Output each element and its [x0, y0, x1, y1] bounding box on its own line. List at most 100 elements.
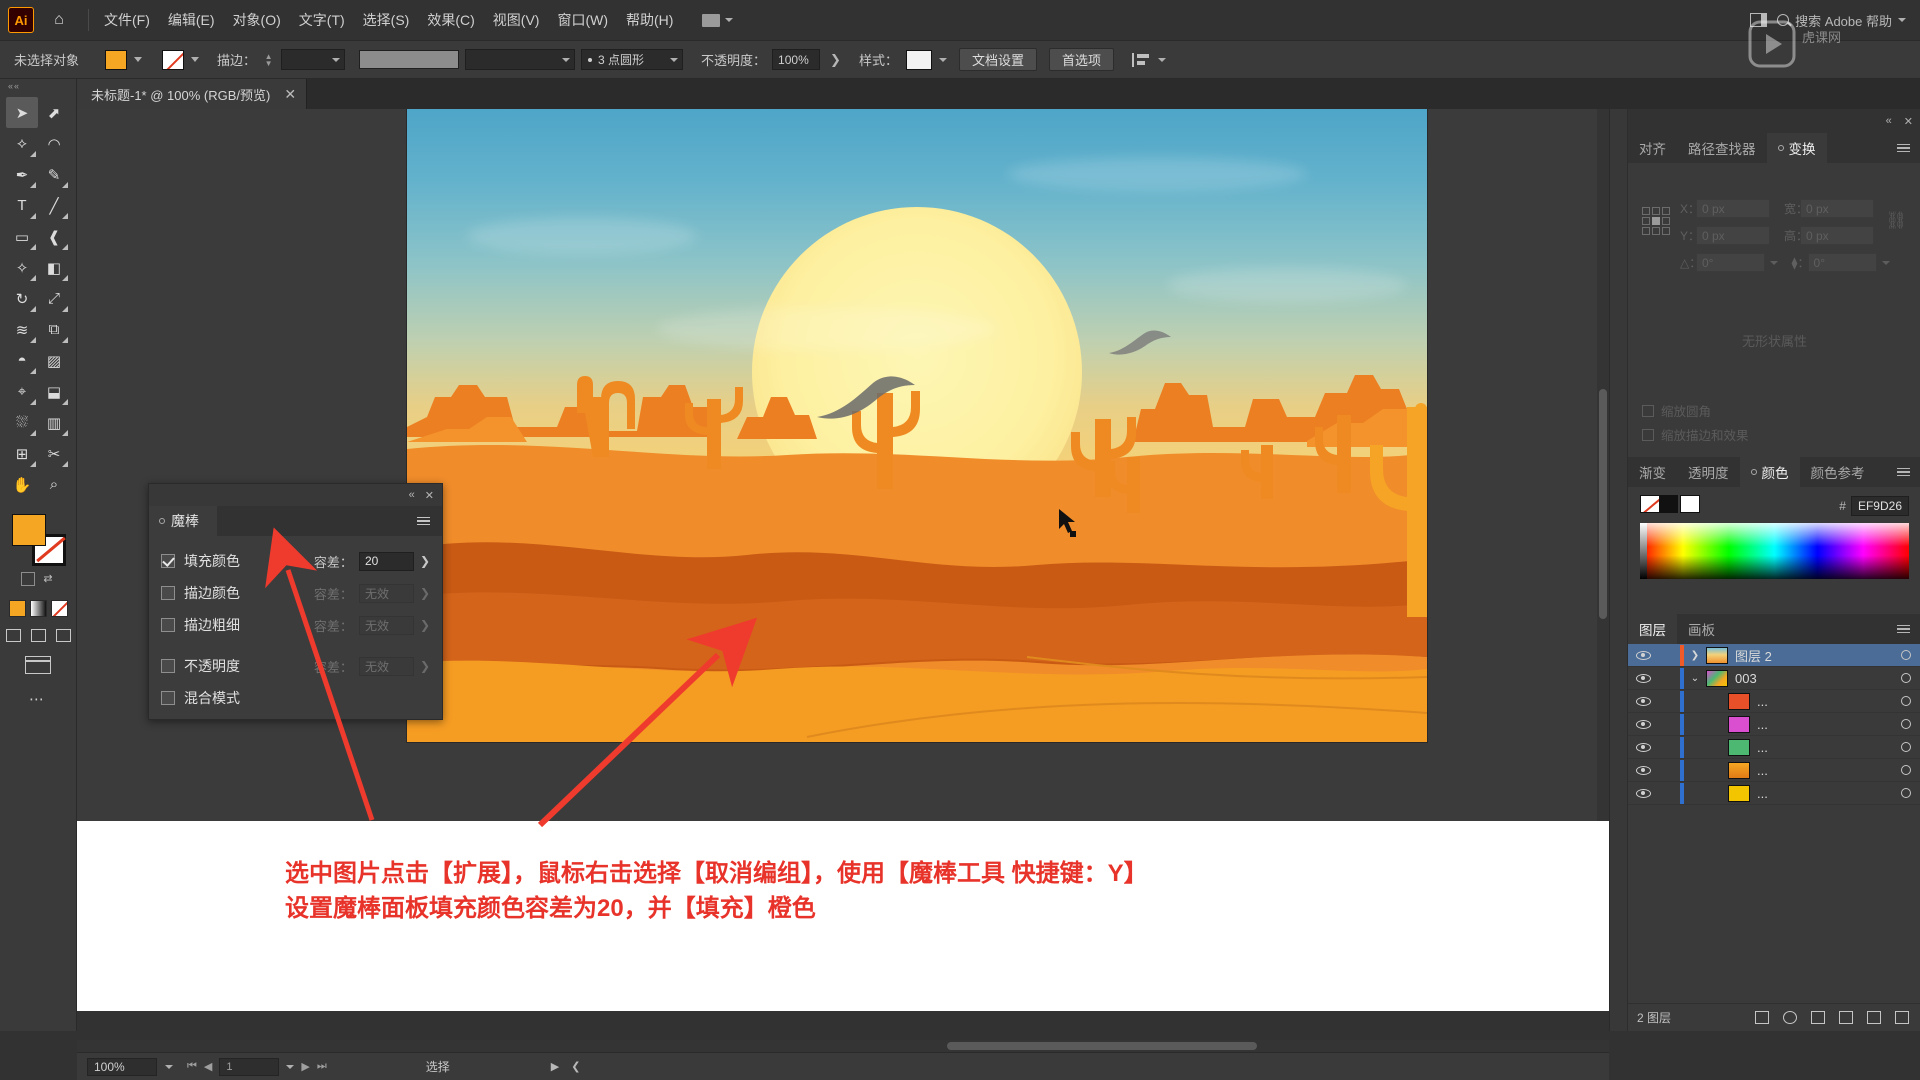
transform-panel-header[interactable]: « ✕: [1628, 109, 1920, 133]
menu-edit[interactable]: 编辑(E): [159, 6, 224, 34]
none-color-swatch[interactable]: [1640, 495, 1660, 513]
stroke-tolerance-expand-icon[interactable]: ❯: [420, 586, 430, 600]
chevron-down-icon[interactable]: [191, 57, 200, 62]
document-tab[interactable]: 未标题-1* @ 100% (RGB/预览) ✕: [77, 79, 308, 109]
locate-object-icon[interactable]: [1755, 1011, 1769, 1024]
home-icon[interactable]: ⌂: [44, 5, 74, 35]
stroke-weight-input[interactable]: [281, 49, 346, 70]
scale-strokes-row[interactable]: 缩放描边和效果: [1642, 425, 1749, 444]
tab-artboards[interactable]: 画板: [1677, 614, 1726, 644]
chevron-down-icon[interactable]: [134, 57, 143, 62]
table-row[interactable]: ❯ 图层 2: [1628, 644, 1920, 667]
zoom-tool[interactable]: ⌕: [38, 469, 70, 500]
artboard-number-input[interactable]: 1: [219, 1057, 280, 1076]
panel-menu-icon[interactable]: [405, 506, 442, 536]
lasso-tool[interactable]: ◠: [38, 128, 70, 159]
menu-help[interactable]: 帮助(H): [617, 6, 682, 34]
target-indicator-icon[interactable]: [1891, 765, 1920, 775]
zoom-level-input[interactable]: 100%: [87, 1057, 157, 1076]
target-indicator-icon[interactable]: [1891, 788, 1920, 798]
close-icon[interactable]: ✕: [1904, 115, 1913, 128]
align-icon[interactable]: [1132, 52, 1150, 67]
collapse-icon[interactable]: «: [1886, 115, 1892, 127]
draw-behind-icon[interactable]: [30, 629, 46, 642]
tab-gradient[interactable]: 渐变: [1628, 457, 1677, 487]
artboard-tool[interactable]: ⊞: [6, 438, 38, 469]
chevron-down-icon[interactable]: [165, 1064, 173, 1069]
create-layer-icon[interactable]: [1867, 1011, 1881, 1024]
opacity-expand-icon[interactable]: ❯: [830, 52, 841, 68]
canvas-vertical-scrollbar[interactable]: [1597, 109, 1609, 821]
target-indicator-icon[interactable]: [1891, 719, 1920, 729]
draw-inside-icon[interactable]: [55, 629, 71, 642]
rotate-tool[interactable]: ↻: [6, 283, 38, 314]
shape-builder-tool[interactable]: ◓: [6, 345, 38, 376]
shaper-tool[interactable]: ✧: [6, 252, 38, 283]
table-row[interactable]: ...: [1628, 713, 1920, 736]
direct-selection-tool[interactable]: ⬈: [38, 97, 70, 128]
menu-file[interactable]: 文件(F): [95, 6, 159, 34]
screen-mode-icon[interactable]: [25, 656, 51, 674]
black-color-swatch[interactable]: [1660, 495, 1678, 513]
weight-tolerance-expand-icon[interactable]: ❯: [420, 618, 430, 632]
graphic-style-swatch[interactable]: [905, 49, 932, 70]
chevron-down-icon[interactable]: [1770, 260, 1779, 265]
constrain-proportions-icon[interactable]: ⛓: [1885, 211, 1907, 231]
line-segment-tool[interactable]: ╱: [38, 190, 70, 221]
edit-toolbar-icon[interactable]: ⋯: [0, 690, 76, 708]
shear-input[interactable]: 0°: [1807, 253, 1877, 272]
table-row[interactable]: ...: [1628, 736, 1920, 759]
create-sublayer-icon[interactable]: [1839, 1011, 1853, 1024]
menu-window[interactable]: 窗口(W): [548, 6, 617, 34]
height-input[interactable]: 0 px: [1800, 226, 1874, 245]
paintbrush-tool[interactable]: ❰: [38, 221, 70, 252]
chevron-down-icon[interactable]: [286, 1064, 295, 1069]
collapse-icon[interactable]: «: [409, 489, 415, 501]
variable-width-dropdown[interactable]: [465, 49, 576, 70]
stroke-weight-checkbox[interactable]: [161, 618, 175, 632]
table-row[interactable]: ...: [1628, 782, 1920, 805]
reference-point-selector[interactable]: [1642, 207, 1670, 235]
target-indicator-icon[interactable]: [1891, 696, 1920, 706]
free-transform-tool[interactable]: ⧉: [38, 314, 70, 345]
slice-tool[interactable]: ✂: [38, 438, 70, 469]
visibility-toggle-icon[interactable]: [1628, 742, 1658, 752]
magic-wand-panel[interactable]: « ✕ 魔棒 填充颜色 容差： 20 ❯ 描边颜色 容差： 无效 ❯ 描边粗细 …: [148, 483, 443, 720]
fill-tolerance-expand-icon[interactable]: ❯: [420, 554, 430, 568]
scale-strokes-checkbox[interactable]: [1642, 428, 1654, 441]
magic-wand-titlebar[interactable]: « ✕: [149, 484, 442, 506]
row-stroke-color[interactable]: 描边颜色 容差： 无效 ❯: [161, 577, 430, 609]
opacity-tolerance-expand-icon[interactable]: ❯: [420, 659, 430, 673]
gradient-button[interactable]: [29, 600, 47, 617]
previous-artboard-icon[interactable]: ◀: [204, 1060, 212, 1073]
rotate-input[interactable]: 0°: [1696, 253, 1766, 272]
gradient-tool[interactable]: ▨: [38, 345, 70, 376]
opacity-tolerance-input[interactable]: 无效: [358, 656, 414, 676]
panel-menu-icon[interactable]: [1886, 457, 1920, 487]
artboard[interactable]: [407, 109, 1427, 742]
delete-layer-icon[interactable]: [1895, 1011, 1909, 1024]
blending-mode-checkbox[interactable]: [161, 691, 175, 705]
make-clipping-mask-icon[interactable]: [1811, 1011, 1825, 1024]
tab-transparency[interactable]: 透明度: [1677, 457, 1740, 487]
target-indicator-icon[interactable]: [1891, 650, 1920, 660]
y-input[interactable]: 0 px: [1696, 226, 1770, 245]
rectangle-tool[interactable]: ▭: [6, 221, 38, 252]
search-layer-icon[interactable]: [1783, 1011, 1797, 1024]
panel-menu-icon[interactable]: [1886, 133, 1920, 163]
tab-layers[interactable]: 图层: [1628, 614, 1677, 644]
visibility-toggle-icon[interactable]: [1628, 719, 1658, 729]
scrollbar-thumb[interactable]: [1599, 389, 1607, 619]
menu-type[interactable]: 文字(T): [290, 6, 354, 34]
tab-transform[interactable]: 变换: [1766, 133, 1827, 163]
row-opacity[interactable]: 不透明度 容差： 无效 ❯: [161, 650, 430, 682]
stroke-color-checkbox[interactable]: [161, 586, 175, 600]
selection-tool[interactable]: ➤: [6, 97, 38, 128]
scale-corners-row[interactable]: 缩放圆角: [1642, 401, 1711, 420]
stroke-color-swatch[interactable]: [162, 49, 185, 70]
chevron-down-icon[interactable]: [1881, 260, 1890, 265]
fill-color-swatch[interactable]: [105, 49, 128, 70]
row-blending-mode[interactable]: 混合模式: [161, 682, 430, 714]
panel-menu-icon[interactable]: [1886, 614, 1920, 644]
last-artboard-icon[interactable]: ⏭: [317, 1060, 327, 1073]
